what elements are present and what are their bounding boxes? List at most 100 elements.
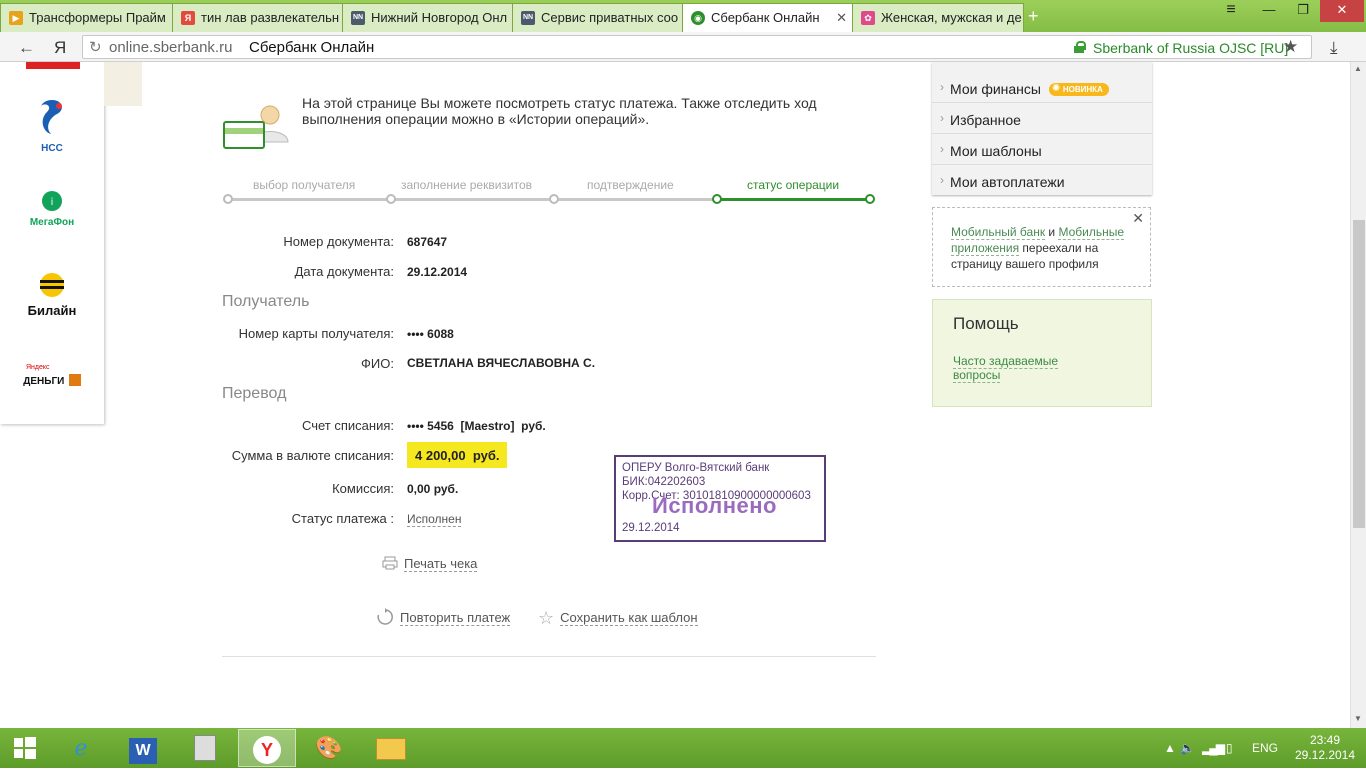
menu-item-my-finances[interactable]: Мои финансы НОВИНКА (932, 72, 1152, 103)
menu-item-favorites[interactable]: Избранное (932, 103, 1152, 134)
provider-yandex-money[interactable]: Яндекс ДЕНЬГИ (10, 364, 94, 389)
step-dot (865, 194, 875, 204)
certificate-label[interactable]: Sberbank of Russia OJSC [RU] (1093, 40, 1288, 56)
help-panel: Помощь Часто задаваемые вопросы (932, 299, 1152, 407)
close-window-button[interactable]: ✕ (1320, 0, 1364, 22)
repeat-payment-button[interactable]: Повторить платеж (376, 608, 511, 626)
language-indicator[interactable]: ENG (1252, 741, 1278, 755)
faq-link[interactable]: Часто задаваемые вопросы (953, 354, 1083, 383)
scroll-down-icon[interactable]: ▼ (1354, 714, 1362, 723)
stamp-status: Исполнено (652, 493, 777, 518)
start-button[interactable] (0, 729, 50, 767)
mobile-bank-link[interactable]: Мобильный банк (951, 225, 1046, 240)
step-label-details: заполнение реквизитов (401, 178, 533, 192)
tab-nn-service[interactable]: NN Сервис приватных соо (512, 3, 684, 32)
save-template-button[interactable]: ☆ Сохранить как шаблон (538, 608, 698, 629)
fio-value: СВЕТЛАНА ВЯЧЕСЛАВОВНА С. (407, 356, 596, 370)
speaker-icon[interactable]: 🔈 (1180, 741, 1195, 755)
tab-title: Сбербанк Онлайн (711, 10, 820, 25)
amount-label: Сумма в валюте списания: (231, 448, 394, 463)
menu-item-label: Избранное (950, 112, 1021, 128)
help-title: Помощь (953, 314, 1019, 333)
wallet-icon (68, 374, 81, 386)
tab-transformers[interactable]: ▶ Трансформеры Прайм (0, 3, 174, 32)
close-tab-icon[interactable]: ✕ (836, 10, 847, 26)
step-label-recipient: выбор получателя (253, 178, 356, 192)
nn-icon: NN (351, 11, 365, 25)
explorer-button[interactable] (362, 729, 420, 767)
provider-beeline[interactable]: Билайн (10, 272, 94, 318)
url-field[interactable]: ↻ online.sberbank.ru Сбербанк Онлайн Sbe… (82, 35, 1312, 59)
tray-arrow-icon[interactable]: ▲ (1164, 741, 1176, 755)
menu-item-templates[interactable]: Мои шаблоны (932, 134, 1152, 165)
tab-fashion[interactable]: ✿ Женская, мужская и де (852, 3, 1024, 32)
paint-button[interactable]: 🎨 (300, 729, 358, 767)
calculator-button[interactable] (176, 729, 234, 767)
menu-item-label: Мои шаблоны (950, 143, 1042, 159)
internet-explorer-button[interactable]: ℯ (52, 729, 110, 767)
nss-logo-icon (41, 100, 62, 134)
minimize-button[interactable]: — (1252, 0, 1286, 22)
status-label: Статус платежа : (291, 511, 394, 526)
refresh-icon[interactable]: ↻ (89, 38, 102, 56)
bookmark-star-icon[interactable]: ★ (1283, 37, 1298, 57)
menu-icon[interactable]: ≡ (1214, 0, 1248, 22)
yandex-browser-button[interactable]: Y (238, 729, 296, 767)
provider-panel: НСС i МегаФон Билайн Яндекс ДЕНЬГИ (0, 62, 104, 424)
palette-icon: 🎨 (315, 735, 343, 760)
star-outline-icon: ☆ (538, 608, 555, 628)
network-icon[interactable]: ▂▄▆ (1202, 741, 1225, 755)
browser-tab-strip: ▶ Трансформеры Прайм Я тин лав развлекат… (0, 0, 1366, 32)
restore-button[interactable]: ❐ (1286, 0, 1320, 22)
step-dot (223, 194, 233, 204)
tab-title: тин лав развлекательн (201, 10, 340, 25)
folder-icon (376, 738, 406, 760)
status-link[interactable]: Исполнен (407, 512, 462, 527)
provider-label: ДЕНЬГИ (23, 376, 65, 387)
battery-icon[interactable]: ▯ (1226, 741, 1233, 755)
system-clock[interactable]: 23:49 29.12.2014 (1290, 733, 1360, 763)
nn-icon: NN (521, 11, 535, 25)
faq-link-label: Часто задаваемые вопросы (953, 354, 1059, 383)
mobile-bank-notice: ✕ Мобильный банк и Мобильные приложения … (932, 207, 1151, 287)
fee-value: 0,00 руб. (407, 482, 459, 496)
progress-steps: выбор получателя заполнение реквизитов п… (222, 178, 876, 208)
tab-yandex[interactable]: Я тин лав развлекательн (172, 3, 344, 32)
stamp-bik: БИК:042202603 (622, 476, 706, 488)
tab-sberbank[interactable]: ◉ Сбербанк Онлайн ✕ (682, 3, 854, 32)
calculator-icon (194, 735, 216, 761)
doc-number-label: Номер документа: (283, 234, 394, 249)
word-button[interactable]: W (114, 729, 172, 767)
tab-nn-online[interactable]: NN Нижний Новгород Онл (342, 3, 514, 32)
stamp-date: 29.12.2014 (622, 522, 680, 534)
step-dot (712, 194, 722, 204)
repeat-icon (377, 608, 393, 625)
status-value[interactable]: Исполнен (407, 512, 462, 527)
account-label: Счет списания: (301, 418, 394, 433)
step-dot (549, 194, 559, 204)
new-tab-button[interactable]: + (1028, 6, 1039, 27)
scroll-up-icon[interactable]: ▲ (1354, 64, 1362, 73)
download-icon[interactable]: ⤓ (1330, 38, 1338, 58)
bank-stamp: ОПЕРУ Волго-Вятский банк БИК:042202603 К… (614, 455, 826, 542)
progress-line (228, 198, 718, 201)
menu-item-autopayments[interactable]: Мои автоплатежи (932, 165, 1152, 196)
menu-item-label: Мои финансы (950, 81, 1041, 97)
close-notice-icon[interactable]: ✕ (1132, 210, 1144, 226)
repeat-payment-label: Повторить платеж (400, 610, 511, 626)
provider-nss[interactable]: НСС (10, 98, 94, 154)
tab-title: Трансформеры Прайм (29, 10, 166, 25)
back-button[interactable]: ← (18, 38, 35, 58)
print-receipt-button[interactable]: Печать чека (382, 556, 478, 572)
vertical-scrollbar[interactable]: ▲ ▼ (1350, 62, 1366, 728)
scrollbar-thumb[interactable] (1353, 220, 1365, 528)
provider-megafon[interactable]: i МегаФон (10, 190, 94, 228)
yandex-logo-icon[interactable]: Я (54, 38, 66, 58)
fee-label: Комиссия: (332, 481, 394, 496)
megafon-logo-icon: i (42, 191, 62, 211)
decorative-panel (104, 62, 142, 106)
windows-logo-icon (14, 737, 36, 759)
tab-title: Сервис приватных соо (541, 10, 679, 25)
flower-icon: ✿ (861, 11, 875, 25)
provider-label: Билайн (27, 303, 77, 318)
